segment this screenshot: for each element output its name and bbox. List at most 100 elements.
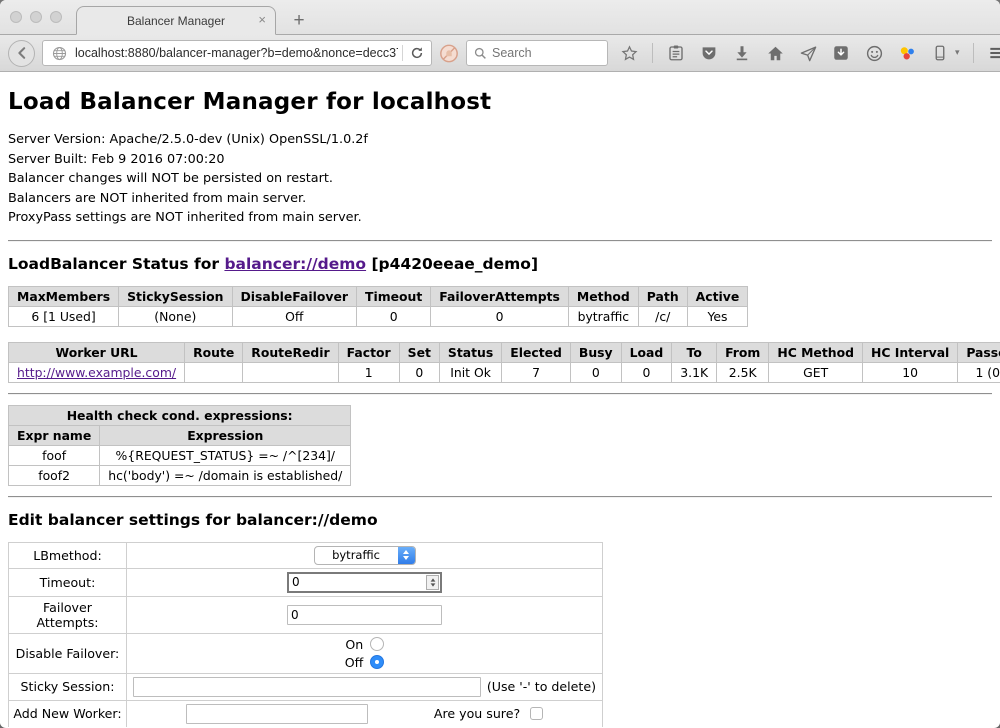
device-dropdown-caret-icon[interactable]: ▾ [955, 48, 960, 58]
val-to: 3.1K [672, 362, 717, 382]
site-globe-icon[interactable] [49, 43, 69, 63]
worker-row: http://www.example.com/ 1 0 Init Ok 7 0 … [9, 362, 1000, 382]
col-timeout: Timeout [357, 286, 431, 306]
hello-smiley-icon[interactable] [864, 43, 884, 63]
reload-icon[interactable] [407, 43, 427, 63]
status-heading-suffix: [p4420eeae_demo] [366, 255, 538, 273]
col-hc-method: HC Method [769, 342, 863, 362]
tab-balancer-manager[interactable]: Balancer Manager × [76, 6, 276, 35]
url-divider [402, 45, 403, 61]
toolbar-separator [652, 43, 653, 63]
val-passes: 1 (0) [958, 362, 1000, 382]
col-failoverattempts: FailoverAttempts [431, 286, 569, 306]
val-failoverattempts: 0 [431, 306, 569, 326]
status-heading: LoadBalancer Status for balancer://demo … [8, 255, 992, 273]
col-from: From [717, 342, 769, 362]
lbmethod-select[interactable]: bytraffic [314, 546, 416, 565]
navigation-toolbar: localhost:8880/balancer-manager?b=demo&n… [0, 35, 1000, 72]
close-window-button[interactable] [10, 11, 22, 23]
col-stickysession: StickySession [119, 286, 232, 306]
col-status: Status [439, 342, 501, 362]
tab-bar: Balancer Manager × + [0, 0, 1000, 35]
are-you-sure-label: Are you sure? [434, 706, 520, 721]
server-info: Server Version: Apache/2.5.0-dev (Unix) … [8, 130, 992, 228]
val-expression-2: hc('body') =~ /domain is established/ [100, 465, 351, 485]
window-controls [10, 11, 62, 23]
col-maxmembers: MaxMembers [9, 286, 119, 306]
search-bar[interactable] [466, 40, 608, 66]
col-elected: Elected [502, 342, 571, 362]
persist-note: Balancer changes will NOT be persisted o… [8, 169, 992, 189]
new-tab-button[interactable]: + [286, 10, 312, 32]
zoom-window-button[interactable] [50, 11, 62, 23]
add-worker-label: Add New Worker: [9, 700, 127, 727]
val-expression-1: %{REQUEST_STATUS} =~ /^[234]/ [100, 445, 351, 465]
disable-failover-on-radio[interactable] [370, 637, 384, 651]
url-bar[interactable]: localhost:8880/balancer-manager?b=demo&n… [42, 40, 432, 66]
worker-table: Worker URL Route RouteRedir Factor Set S… [8, 342, 1000, 383]
val-factor: 1 [338, 362, 399, 382]
menu-hamburger-icon[interactable] [987, 43, 1000, 63]
proxypass-note: ProxyPass settings are NOT inherited fro… [8, 208, 992, 228]
reading-list-icon[interactable] [666, 43, 686, 63]
tab-close-icon[interactable]: × [258, 13, 266, 26]
val-busy: 0 [570, 362, 621, 382]
timeout-label: Timeout: [9, 568, 127, 596]
sticky-session-input[interactable] [133, 677, 481, 697]
number-spinner-icon[interactable] [426, 575, 439, 590]
val-active: Yes [687, 306, 748, 326]
back-button[interactable] [8, 40, 35, 67]
are-you-sure-checkbox[interactable] [530, 707, 543, 720]
sticky-session-label: Sticky Session: [9, 673, 127, 700]
balancer-status-header-row: MaxMembers StickySession DisableFailover… [9, 286, 748, 306]
timeout-row: Timeout: [9, 568, 603, 596]
minimize-window-button[interactable] [30, 11, 42, 23]
send-plane-icon[interactable] [798, 43, 818, 63]
divider [8, 240, 992, 242]
device-sync-icon[interactable] [930, 43, 950, 63]
val-status: Init Ok [439, 362, 501, 382]
radio-off-label: Off [345, 655, 364, 670]
page-content: Load Balancer Manager for localhost Serv… [0, 72, 1000, 727]
pocket-icon[interactable] [699, 43, 719, 63]
hc-header-row: Expr name Expression [9, 425, 351, 445]
failover-attempts-row: Failover Attempts: [9, 596, 603, 633]
tab-title: Balancer Manager [127, 14, 225, 28]
col-factor: Factor [338, 342, 399, 362]
val-set: 0 [399, 362, 439, 382]
col-set: Set [399, 342, 439, 362]
add-worker-input[interactable] [186, 704, 368, 724]
plugin-blocked-icon[interactable] [439, 43, 459, 63]
col-path: Path [638, 286, 687, 306]
toolbar-icons: ▾ [619, 43, 1000, 63]
balancer-demo-link[interactable]: balancer://demo [224, 255, 366, 273]
add-worker-row: Add New Worker: Are you sure? [9, 700, 603, 727]
lbmethod-row: LBmethod: bytraffic [9, 542, 603, 568]
search-icon [473, 46, 487, 60]
hc-table-title: Health check cond. expressions: [9, 405, 351, 425]
val-elected: 7 [502, 362, 571, 382]
downloads-icon[interactable] [732, 43, 752, 63]
val-route [185, 362, 243, 382]
balancers-note: Balancers are NOT inherited from main se… [8, 189, 992, 209]
col-to: To [672, 342, 717, 362]
val-expr-name-2: foof2 [9, 465, 100, 485]
url-text[interactable]: localhost:8880/balancer-manager?b=demo&n… [75, 46, 398, 60]
status-heading-prefix: LoadBalancer Status for [8, 255, 224, 273]
select-stepper-icon [398, 546, 415, 565]
val-stickysession: (None) [119, 306, 232, 326]
failover-attempts-input[interactable] [287, 605, 442, 625]
extension-color-dots-icon[interactable] [897, 43, 917, 63]
sticky-session-note: (Use '-' to delete) [487, 679, 596, 694]
save-to-device-icon[interactable] [831, 43, 851, 63]
bookmark-star-icon[interactable] [619, 43, 639, 63]
timeout-input[interactable] [287, 572, 442, 593]
worker-url-link[interactable]: http://www.example.com/ [17, 365, 176, 380]
col-worker-url: Worker URL [9, 342, 185, 362]
hc-row-foof: foof %{REQUEST_STATUS} =~ /^[234]/ [9, 445, 351, 465]
server-version: Server Version: Apache/2.5.0-dev (Unix) … [8, 130, 992, 150]
disable-failover-off-radio[interactable] [370, 655, 384, 669]
search-input[interactable] [492, 46, 592, 60]
col-method: Method [568, 286, 638, 306]
home-icon[interactable] [765, 43, 785, 63]
